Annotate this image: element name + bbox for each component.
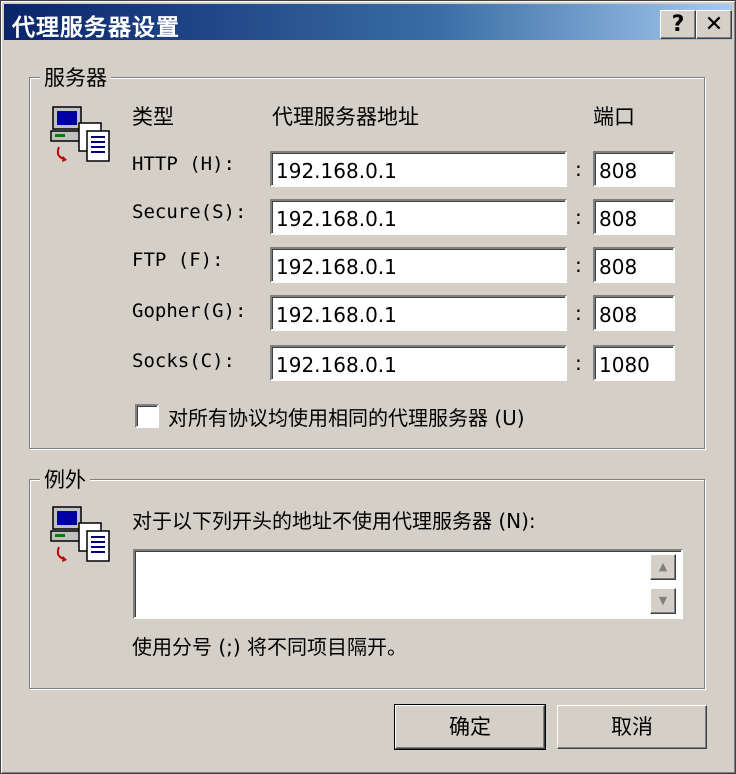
gopher-address-field[interactable]: 192.168.0.1 bbox=[270, 295, 567, 331]
type-column-header: 类型 bbox=[132, 105, 174, 129]
scroll-down-icon[interactable]: ▼ bbox=[650, 588, 676, 614]
socks-address-field[interactable]: 192.168.0.1 bbox=[270, 345, 567, 381]
port-column-header: 端口 bbox=[593, 105, 635, 129]
secure-label: Secure(S): bbox=[132, 201, 247, 223]
scroll-up-icon[interactable]: ▲ bbox=[650, 554, 676, 580]
network-computer-icon bbox=[50, 506, 110, 562]
secure-port-field[interactable]: 808 bbox=[593, 199, 675, 235]
ftp-address-field[interactable]: 192.168.0.1 bbox=[270, 247, 567, 283]
colon-separator: : bbox=[575, 301, 582, 325]
colon-separator: : bbox=[575, 351, 582, 375]
same-proxy-checkbox[interactable] bbox=[135, 404, 159, 428]
http-address-field[interactable]: 192.168.0.1 bbox=[270, 151, 567, 187]
http-label: HTTP (H): bbox=[132, 153, 235, 175]
colon-separator: : bbox=[575, 253, 582, 277]
exceptions-group-label: 例外 bbox=[40, 464, 90, 494]
close-button[interactable]: ✕ bbox=[696, 10, 732, 39]
http-port-field[interactable]: 808 bbox=[593, 151, 675, 187]
help-button[interactable]: ? bbox=[660, 10, 696, 39]
address-column-header: 代理服务器地址 bbox=[272, 105, 419, 129]
same-proxy-label[interactable]: 对所有协议均使用相同的代理服务器 (U) bbox=[168, 402, 525, 431]
colon-separator: : bbox=[575, 205, 582, 229]
gopher-port-field[interactable]: 808 bbox=[593, 295, 675, 331]
window-title: 代理服务器设置 bbox=[12, 15, 180, 41]
exceptions-prompt: 对于以下列开头的地址不使用代理服务器 (N): bbox=[132, 509, 536, 533]
gopher-label: Gopher(G): bbox=[132, 300, 247, 322]
ok-button[interactable]: 确定 bbox=[394, 704, 546, 750]
proxy-settings-dialog: 代理服务器设置 ? ✕ 服务器 类型 代理服务器地址 端口 HTTP (H): … bbox=[0, 0, 736, 774]
servers-group-label: 服务器 bbox=[40, 62, 111, 92]
title-bar[interactable]: 代理服务器设置 ? ✕ bbox=[4, 4, 732, 41]
network-computer-icon bbox=[50, 106, 110, 162]
exceptions-hint: 使用分号 (;) 将不同项目隔开。 bbox=[132, 635, 408, 659]
exceptions-textarea[interactable] bbox=[133, 549, 683, 619]
cancel-button[interactable]: 取消 bbox=[557, 705, 707, 749]
socks-port-field[interactable]: 1080 bbox=[593, 345, 675, 381]
ftp-label: FTP (F): bbox=[132, 249, 224, 271]
socks-label: Socks(C): bbox=[132, 350, 235, 372]
secure-address-field[interactable]: 192.168.0.1 bbox=[270, 199, 567, 235]
colon-separator: : bbox=[575, 157, 582, 181]
ftp-port-field[interactable]: 808 bbox=[593, 247, 675, 283]
